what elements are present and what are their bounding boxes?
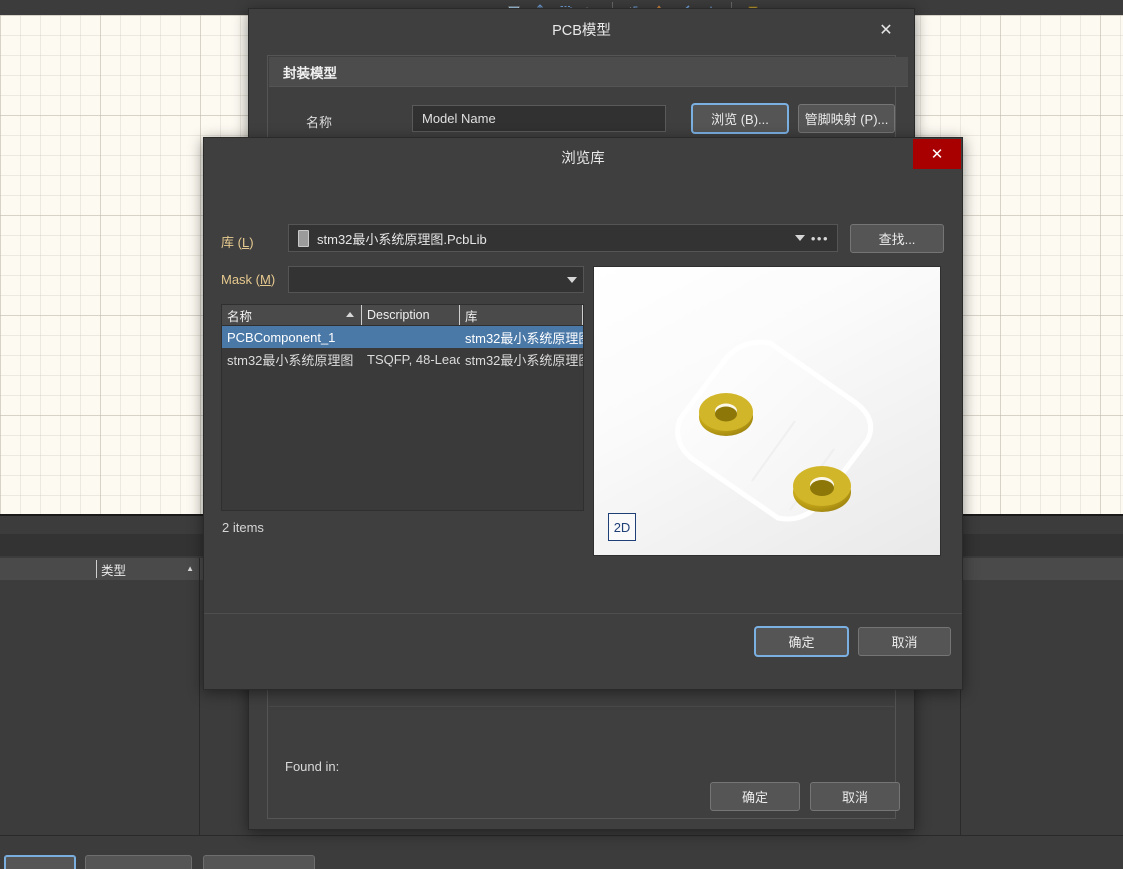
- library-label-suffix: ): [249, 235, 254, 250]
- column-header-label: Description: [367, 308, 430, 322]
- browse-library-body: 库 (L) stm32最小系统原理图.PcbLib ••• 查找... Mask…: [204, 176, 962, 651]
- table-cell: TSQFP, 48-Leads: [367, 351, 460, 367]
- pad-2: [793, 466, 851, 512]
- panel-divider-vertical: [199, 558, 200, 835]
- found-in-label: Found in:: [285, 759, 340, 774]
- column-header-0[interactable]: 名称: [222, 305, 362, 325]
- table-cell: stm32最小系统原理图.PcbLib: [465, 352, 583, 368]
- background-button-1[interactable]: [4, 855, 76, 869]
- browse-ok-button[interactable]: 确定: [755, 627, 848, 656]
- pcb-ok-button[interactable]: 确定: [710, 782, 800, 811]
- column-header-label: 库: [465, 309, 478, 324]
- browse-library-titlebar[interactable]: 浏览库 ✕: [204, 138, 962, 176]
- more-options-icon[interactable]: •••: [811, 231, 829, 246]
- library-chip-icon: [298, 229, 309, 247]
- mask-label-accesskey: M: [260, 272, 271, 287]
- items-count-label: 2 items: [222, 520, 264, 535]
- view-mode-2d-button[interactable]: 2D: [608, 513, 636, 541]
- mask-label: Mask (M): [221, 272, 275, 287]
- background-button-2[interactable]: [85, 855, 192, 869]
- footprint-3d-render: [675, 339, 874, 522]
- table-row[interactable]: PCBComponent_1 stm32最小系统原理图.PcbLib: [222, 326, 583, 348]
- sort-ascending-icon[interactable]: ▲: [186, 564, 194, 573]
- browse-cancel-button[interactable]: 取消: [858, 627, 951, 656]
- background-button-3[interactable]: [203, 855, 315, 869]
- sort-ascending-icon[interactable]: [346, 312, 354, 317]
- table-row[interactable]: stm32最小系统原理图 TSQFP, 48-Leads stm32最小系统原理图.…: [222, 348, 583, 370]
- component-list-header: 名称 Description 库: [222, 305, 583, 326]
- close-icon[interactable]: ✕: [876, 21, 896, 39]
- library-select-value: stm32最小系统原理图.PcbLib: [317, 231, 487, 247]
- name-field-label: 名称: [306, 115, 333, 130]
- browse-library-footer: 确定 取消: [204, 613, 962, 689]
- library-label-prefix: 库 (: [221, 235, 242, 250]
- browse-library-title: 浏览库: [561, 150, 605, 167]
- library-label: 库 (L): [221, 232, 254, 251]
- screen-root: 1 ▲ 类型 PCB模型: [0, 0, 1123, 869]
- pcb-model-title: PCB模型: [552, 22, 611, 39]
- component-list-rows[interactable]: PCBComponent_1stm32最小系统原理图.PcbLibstm32最小…: [222, 326, 583, 370]
- library-select[interactable]: stm32最小系统原理图.PcbLib •••: [288, 224, 838, 252]
- footprint-model-group-title: 封装模型: [269, 57, 908, 87]
- component-list[interactable]: 名称 Description 库 PCBComponent_1 stm32最小系统原理…: [221, 304, 584, 511]
- table-cell: stm32最小系统原理图.PcbLib: [465, 330, 583, 346]
- model-name-input[interactable]: Model Name: [412, 105, 666, 132]
- found-in-box: Found in:: [269, 706, 894, 787]
- column-header-label: 名称: [227, 309, 253, 324]
- browse-library-dialog: 浏览库 ✕ 库 (L) stm32最小系统原理图.PcbLib ••• 查找..…: [203, 137, 963, 690]
- pcb-model-titlebar[interactable]: PCB模型 ✕: [249, 9, 914, 49]
- chevron-down-icon[interactable]: [794, 235, 805, 241]
- footprint-preview[interactable]: 2D: [593, 266, 941, 556]
- mask-select[interactable]: [288, 266, 584, 293]
- mask-label-suffix: ): [270, 272, 276, 287]
- column-divider: [96, 560, 97, 578]
- table-cell: stm32最小系统原理图: [227, 352, 354, 368]
- column-header-2[interactable]: 库: [460, 305, 583, 325]
- column-header-1[interactable]: Description: [362, 305, 460, 325]
- find-button[interactable]: 查找...: [850, 224, 944, 253]
- table-cell: PCBComponent_1: [227, 329, 336, 345]
- pad-1: [699, 393, 753, 436]
- close-icon[interactable]: ✕: [913, 139, 961, 169]
- chevron-down-icon[interactable]: [567, 276, 577, 283]
- pin-map-button[interactable]: 管脚映射 (P)...: [798, 104, 895, 133]
- pcb-cancel-button[interactable]: 取消: [810, 782, 900, 811]
- background-column-header-type[interactable]: 类型: [101, 560, 126, 579]
- browse-button[interactable]: 浏览 (B)...: [692, 104, 788, 133]
- mask-label-prefix: Mask (: [221, 272, 260, 287]
